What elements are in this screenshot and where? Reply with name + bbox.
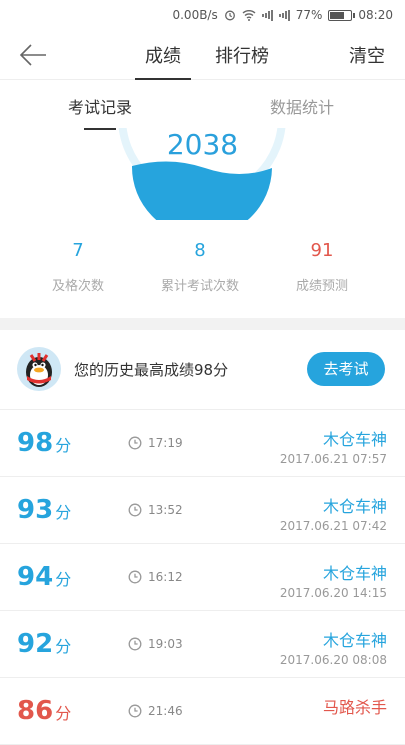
record-score-value: 94: [17, 562, 54, 592]
tab-exam-records[interactable]: 考试记录: [68, 94, 132, 130]
status-bar: 0.00B/s 77% 08:20: [0, 0, 405, 30]
battery-icon: [328, 9, 356, 21]
record-score-unit: 分: [55, 704, 72, 723]
signal-icon: [278, 9, 290, 21]
record-score: 86 分: [17, 696, 71, 726]
exam-record-row[interactable]: 98 分 17:19 木仓车神 2017.06.21 07:57: [0, 410, 405, 477]
back-button[interactable]: [18, 42, 48, 68]
record-score-unit: 分: [55, 503, 72, 522]
tab-scores[interactable]: 成绩: [135, 42, 191, 80]
record-duration: 19:03: [128, 637, 183, 651]
record-score-value: 86: [17, 696, 54, 726]
battery-percent: 77%: [295, 8, 323, 22]
clock-icon: [128, 704, 142, 718]
record-duration-text: 19:03: [148, 637, 183, 651]
stat-label: 累计考试次数: [160, 279, 239, 294]
record-duration-text: 17:19: [148, 436, 183, 450]
take-exam-button[interactable]: 去考试: [307, 352, 385, 386]
record-date: 2017.06.21 07:42: [279, 519, 387, 533]
record-title: 木仓车神: [322, 564, 387, 583]
clock-icon: [128, 637, 142, 651]
stat-value: 8: [194, 240, 206, 261]
stat-exam-count: 8 累计考试次数: [140, 240, 260, 294]
stat-value: 7: [72, 240, 84, 261]
tab-leaderboard[interactable]: 排行榜: [215, 42, 269, 68]
exam-record-row[interactable]: 94 分 16:12 木仓车神 2017.06.20 14:15: [0, 544, 405, 611]
stat-prediction: 91 成绩预测: [262, 240, 382, 294]
exam-record-row[interactable]: 86 分 21:46 马路杀手: [0, 678, 405, 745]
stat-label: 及格次数: [51, 279, 104, 294]
best-score-row: 您的历史最高成绩98分 去考试: [0, 330, 405, 410]
record-duration-text: 21:46: [148, 704, 183, 718]
top-nav: 成绩 排行榜 清空: [0, 30, 405, 80]
alarm-icon: [224, 9, 236, 21]
record-score: 94 分: [17, 562, 71, 592]
clock-icon: [128, 503, 142, 517]
section-divider: [0, 318, 405, 330]
stats-row: 7 及格次数 8 累计考试次数 91 成绩预测: [0, 240, 405, 310]
arrow-left-icon: [19, 44, 46, 66]
record-duration: 17:19: [128, 436, 183, 450]
record-date: 2017.06.21 07:57: [279, 452, 387, 466]
stat-label: 成绩预测: [295, 279, 348, 294]
record-score-unit: 分: [55, 637, 72, 656]
record-duration-text: 16:12: [148, 570, 183, 584]
stat-pass-count: 7 及格次数: [18, 240, 138, 294]
record-score: 98 分: [17, 428, 71, 458]
record-score-value: 92: [17, 629, 54, 659]
penguin-avatar-icon: [17, 347, 61, 391]
record-duration: 16:12: [128, 570, 183, 584]
gauge-value: 2038: [166, 128, 239, 161]
record-score-unit: 分: [55, 436, 72, 455]
exam-record-row[interactable]: 92 分 19:03 木仓车神 2017.06.20 08:08: [0, 611, 405, 678]
score-gauge: 2038: [0, 128, 405, 220]
clear-button[interactable]: 清空: [349, 42, 385, 68]
tab-data-stats[interactable]: 数据统计: [270, 94, 334, 118]
record-duration: 21:46: [128, 704, 183, 718]
record-title: 马路杀手: [322, 698, 387, 717]
wifi-icon: [242, 9, 256, 21]
record-date: 2017.06.20 14:15: [279, 586, 387, 600]
record-date: 2017.06.20 08:08: [279, 653, 387, 667]
exam-record-row[interactable]: 93 分 13:52 木仓车神 2017.06.21 07:42: [0, 477, 405, 544]
stat-value: 91: [310, 240, 334, 261]
net-speed: 0.00B/s: [172, 8, 218, 22]
clock-icon: [128, 436, 142, 450]
record-score-value: 98: [17, 428, 54, 458]
record-duration: 13:52: [128, 503, 183, 517]
record-score: 93 分: [17, 495, 71, 525]
record-duration-text: 13:52: [148, 503, 183, 517]
record-score-unit: 分: [55, 570, 72, 589]
record-title: 木仓车神: [322, 631, 387, 650]
record-title: 木仓车神: [322, 430, 387, 449]
clock-icon: [128, 570, 142, 584]
clock: 08:20: [358, 8, 393, 22]
record-title: 木仓车神: [322, 497, 387, 516]
sub-tabs: 考试记录 数据统计: [0, 80, 405, 130]
signal-icon: [261, 9, 273, 21]
best-score-text: 您的历史最高成绩98分: [74, 361, 229, 379]
record-score-value: 93: [17, 495, 54, 525]
record-score: 92 分: [17, 629, 71, 659]
